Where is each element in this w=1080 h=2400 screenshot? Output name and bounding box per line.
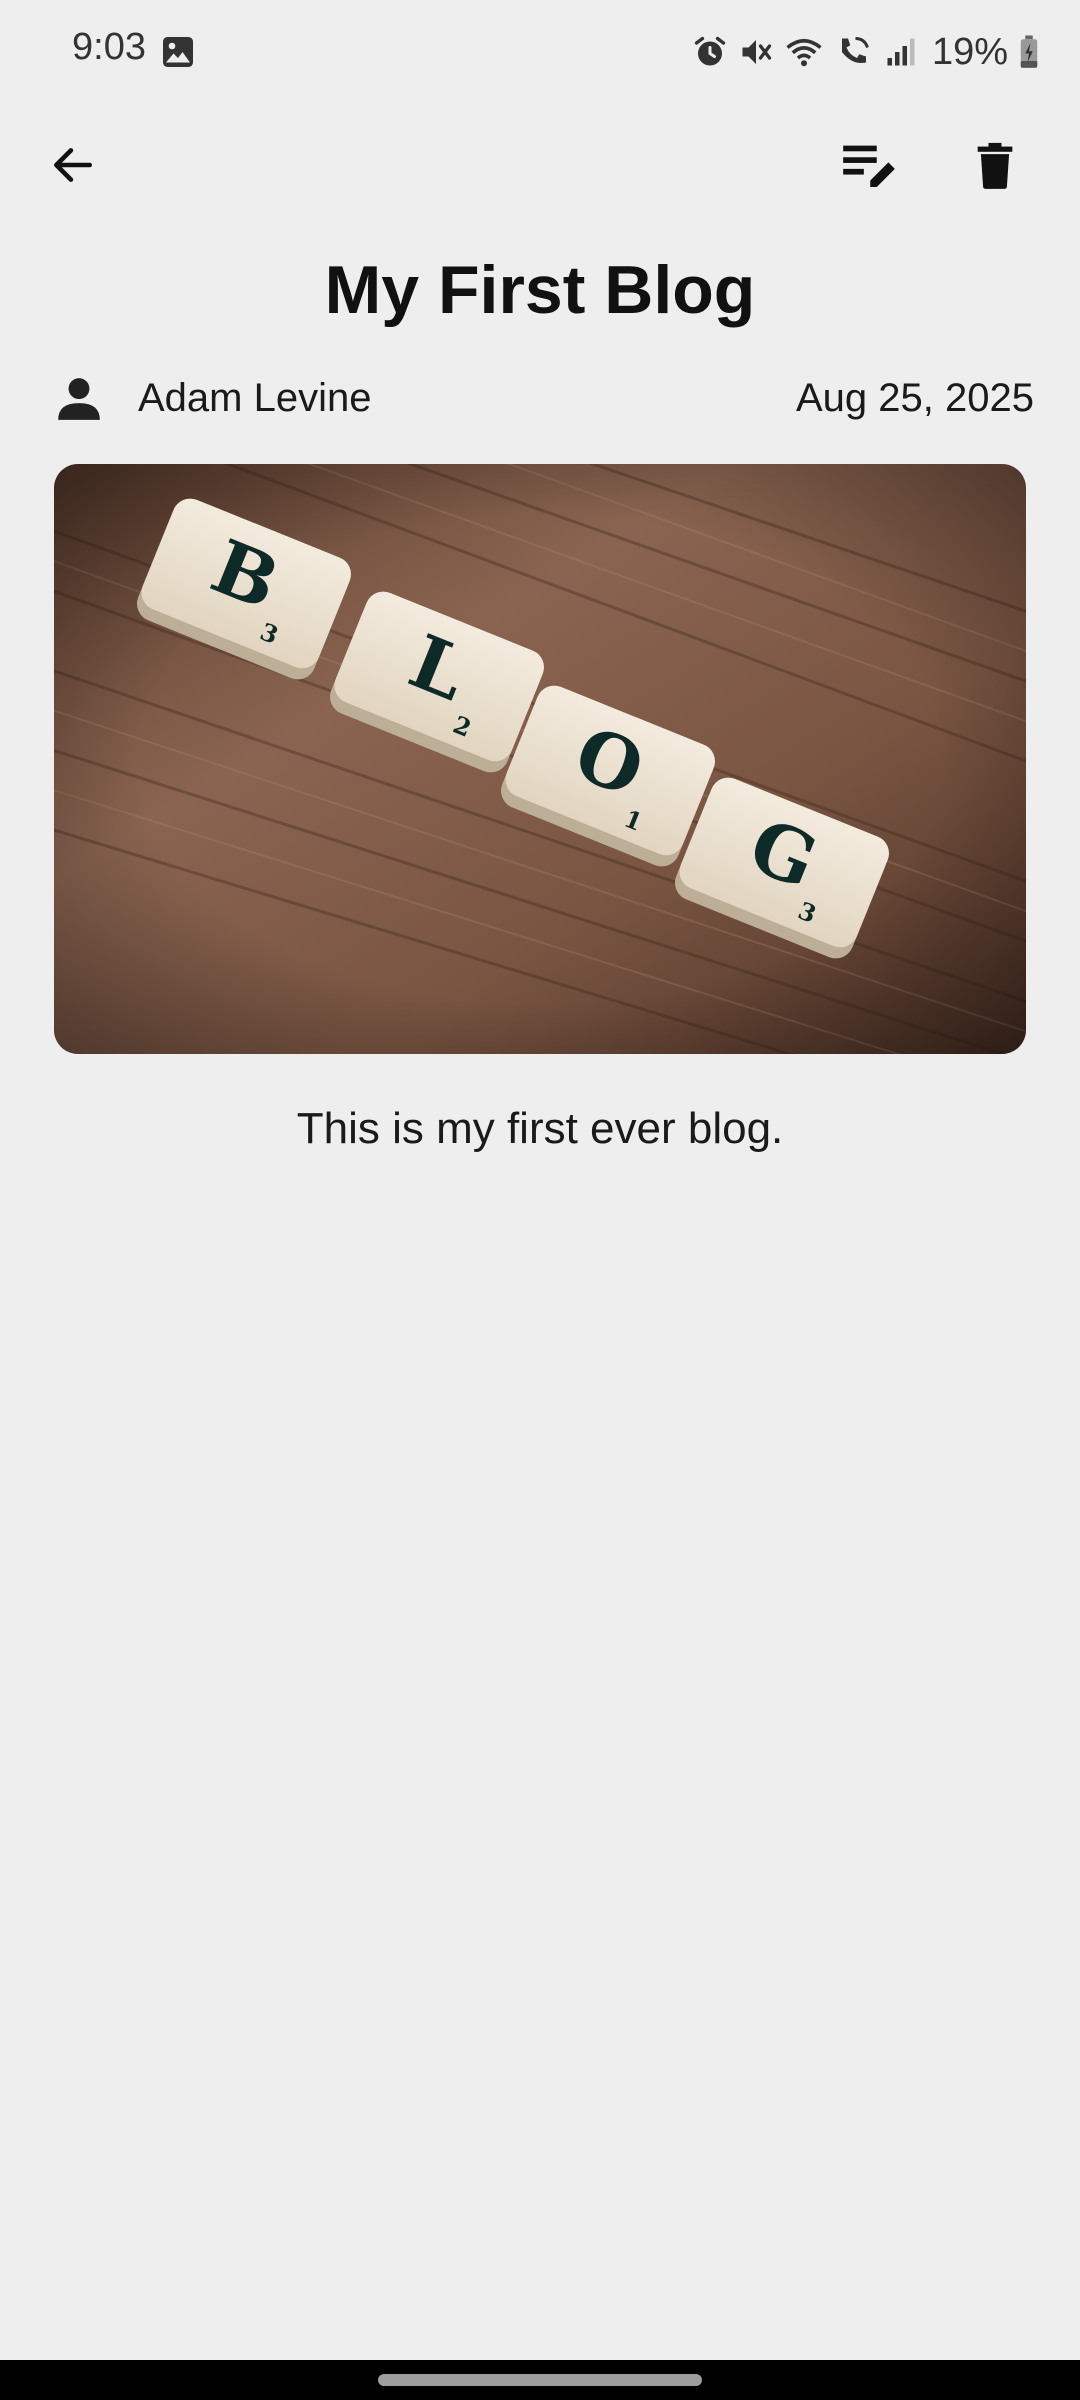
wifi-calling-icon [834,34,874,70]
signal-icon [884,34,918,70]
home-indicator[interactable] [378,2374,702,2386]
navigation-bar [0,2360,1080,2400]
battery-percentage: 19% [931,30,1008,73]
author-name: Adam Levine [138,376,372,420]
person-icon [54,374,104,424]
alarm-icon [692,34,728,70]
status-time: 9:03 [72,26,146,68]
trash-icon [977,142,1013,189]
post-title: My First Blog [324,252,756,328]
delete-button[interactable] [950,120,1040,210]
post-meta: Adam Levine Aug 25, 2025 [54,370,1034,430]
mute-icon [738,34,774,70]
blog-detail-screen: 9:03 19% My First Blog Adam Levine Aug 2… [0,0,1080,2400]
status-bar: 9:03 19% [0,0,1080,104]
battery-charging-icon [1018,34,1040,70]
status-icons: 19% [692,28,1040,76]
gallery-icon [160,34,196,70]
cover-image: B 3 L 2 O 1 G 3 [54,464,1026,1054]
wifi-icon [784,34,824,70]
app-bar [0,120,1080,210]
back-button[interactable] [28,120,118,210]
post-body: This is my first ever blog. [296,1104,784,1153]
post-date: Aug 25, 2025 [796,376,1034,420]
edit-note-icon [843,145,895,187]
edit-button[interactable] [824,120,914,210]
back-arrow-icon [54,148,92,182]
